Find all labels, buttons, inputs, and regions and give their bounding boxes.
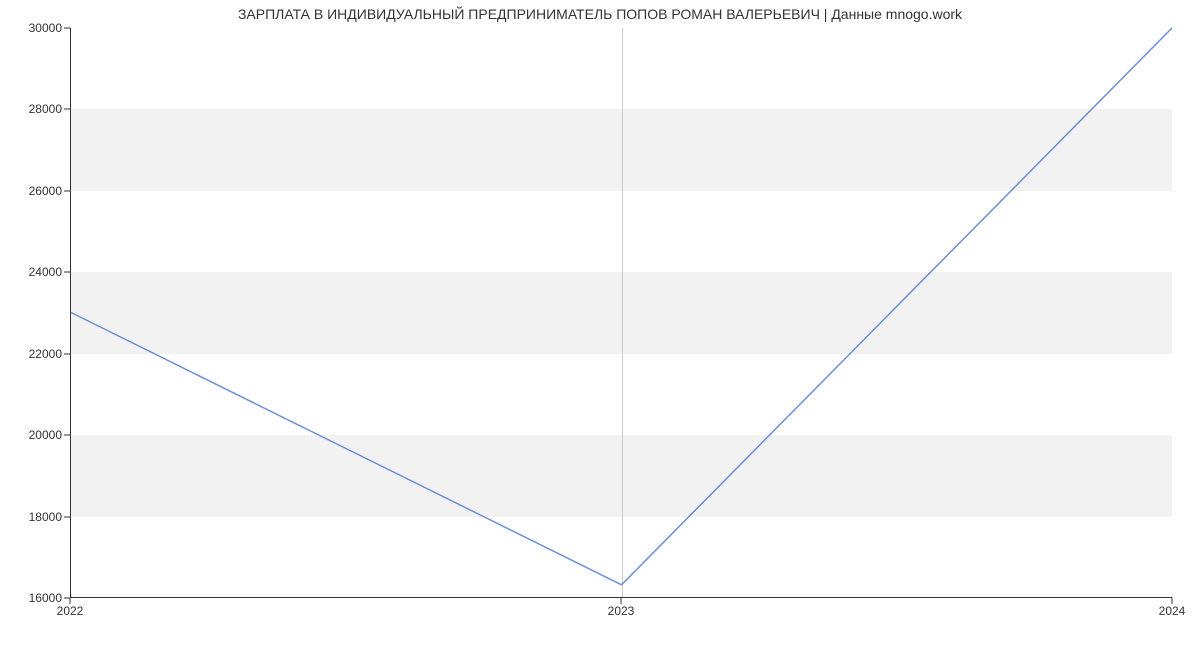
y-tick-mark <box>64 353 70 354</box>
x-tick-label: 2022 <box>57 604 84 618</box>
y-tick-label: 26000 <box>0 184 62 198</box>
y-tick-label: 24000 <box>0 265 62 279</box>
line-layer <box>71 28 1172 597</box>
chart-title: ЗАРПЛАТА В ИНДИВИДУАЛЬНЫЙ ПРЕДПРИНИМАТЕЛ… <box>0 6 1200 22</box>
y-tick-mark <box>64 435 70 436</box>
x-tick-label: 2023 <box>608 604 635 618</box>
series-line <box>71 28 1172 585</box>
x-tick-label: 2024 <box>1159 604 1186 618</box>
y-tick-label: 18000 <box>0 510 62 524</box>
y-tick-label: 30000 <box>0 21 62 35</box>
y-tick-mark <box>64 109 70 110</box>
plot-area <box>70 28 1172 598</box>
y-tick-label: 20000 <box>0 428 62 442</box>
y-tick-label: 22000 <box>0 347 62 361</box>
y-tick-mark <box>64 272 70 273</box>
y-tick-mark <box>64 516 70 517</box>
y-tick-label: 28000 <box>0 102 62 116</box>
y-tick-mark <box>64 190 70 191</box>
salary-line-chart: ЗАРПЛАТА В ИНДИВИДУАЛЬНЫЙ ПРЕДПРИНИМАТЕЛ… <box>0 0 1200 650</box>
y-tick-label: 16000 <box>0 591 62 605</box>
y-tick-mark <box>64 28 70 29</box>
